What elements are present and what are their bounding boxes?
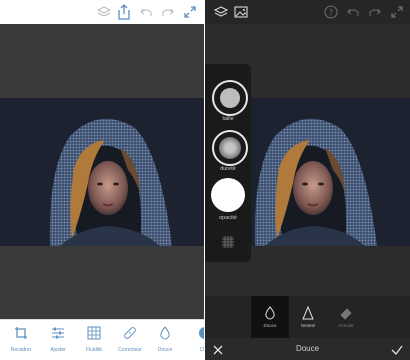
- svg-text:?: ?: [329, 8, 333, 17]
- tool-bar: Recadrer Ajuster Fluidité Correcteur Dou…: [0, 319, 205, 360]
- drop-icon: [157, 325, 173, 341]
- brush-type-erase[interactable]: Annuler: [327, 296, 365, 338]
- brush-opacity-control[interactable]: [211, 178, 245, 212]
- redo-icon[interactable]: [367, 4, 383, 20]
- tool-healing[interactable]: Correcteur: [113, 325, 147, 359]
- grid-warp-icon: [86, 325, 102, 341]
- hardness-preview: [219, 137, 241, 159]
- opacity-label: opacité: [219, 215, 237, 221]
- tool-adjust[interactable]: Ajuster: [41, 325, 75, 359]
- tool-title: Douce: [295, 344, 320, 353]
- tool-label: Correcteur: [118, 347, 142, 353]
- hardness-label: dureté: [220, 166, 236, 172]
- photo-portrait[interactable]: [0, 98, 205, 246]
- checkerboard-icon[interactable]: [222, 233, 234, 248]
- layers-icon[interactable]: [96, 4, 112, 20]
- undo-icon[interactable]: [345, 4, 361, 20]
- drop-icon: [265, 306, 275, 320]
- top-bar: [0, 0, 205, 24]
- undo-icon[interactable]: [138, 4, 154, 20]
- check-icon[interactable]: [390, 342, 404, 356]
- help-icon[interactable]: ?: [323, 4, 339, 20]
- brush-size-control[interactable]: [212, 80, 248, 116]
- brush-hardness-control[interactable]: [212, 130, 248, 166]
- size-preview: [220, 88, 240, 108]
- brush-type-label: Netteté: [300, 323, 316, 328]
- brush-settings-panel: taille dureté opacité: [205, 64, 251, 262]
- bandage-icon: [122, 325, 138, 341]
- eraser-icon: [340, 308, 352, 320]
- tool-label: Recadrer: [10, 347, 32, 353]
- brush-type-label: Annuler: [338, 323, 354, 328]
- bottom-bar: Douce: [205, 338, 410, 360]
- triangle-icon: [302, 306, 314, 320]
- image-icon[interactable]: [233, 4, 249, 20]
- right-screen: ? taille dureté opacité Douce Netteté An…: [205, 0, 410, 360]
- share-icon[interactable]: [116, 4, 132, 20]
- brush-type-soft[interactable]: Douce: [251, 296, 289, 338]
- top-bar: ?: [205, 0, 410, 24]
- brush-type-bar: Douce Netteté Annuler: [205, 296, 410, 338]
- tool-soft[interactable]: Douce: [148, 325, 182, 359]
- brush-type-sharp[interactable]: Netteté: [289, 296, 327, 338]
- tool-label: Douce: [157, 347, 173, 353]
- left-screen: Recadrer Ajuster Fluidité Correcteur Dou…: [0, 0, 205, 360]
- size-label: taille: [222, 116, 234, 122]
- tool-liquify[interactable]: Fluidité: [77, 325, 111, 359]
- tool-partial[interactable]: Cl: [185, 325, 205, 359]
- layers-icon[interactable]: [213, 4, 229, 20]
- brush-type-label: Douce: [263, 323, 277, 328]
- crop-icon: [13, 325, 29, 341]
- tool-crop[interactable]: Recadrer: [4, 325, 38, 359]
- tool-label: Fluidité: [85, 347, 103, 353]
- sliders-icon: [50, 325, 66, 341]
- expand-icon[interactable]: [182, 4, 198, 20]
- expand-icon[interactable]: [389, 4, 405, 20]
- redo-icon[interactable]: [160, 4, 176, 20]
- tool-label: Ajuster: [50, 347, 66, 353]
